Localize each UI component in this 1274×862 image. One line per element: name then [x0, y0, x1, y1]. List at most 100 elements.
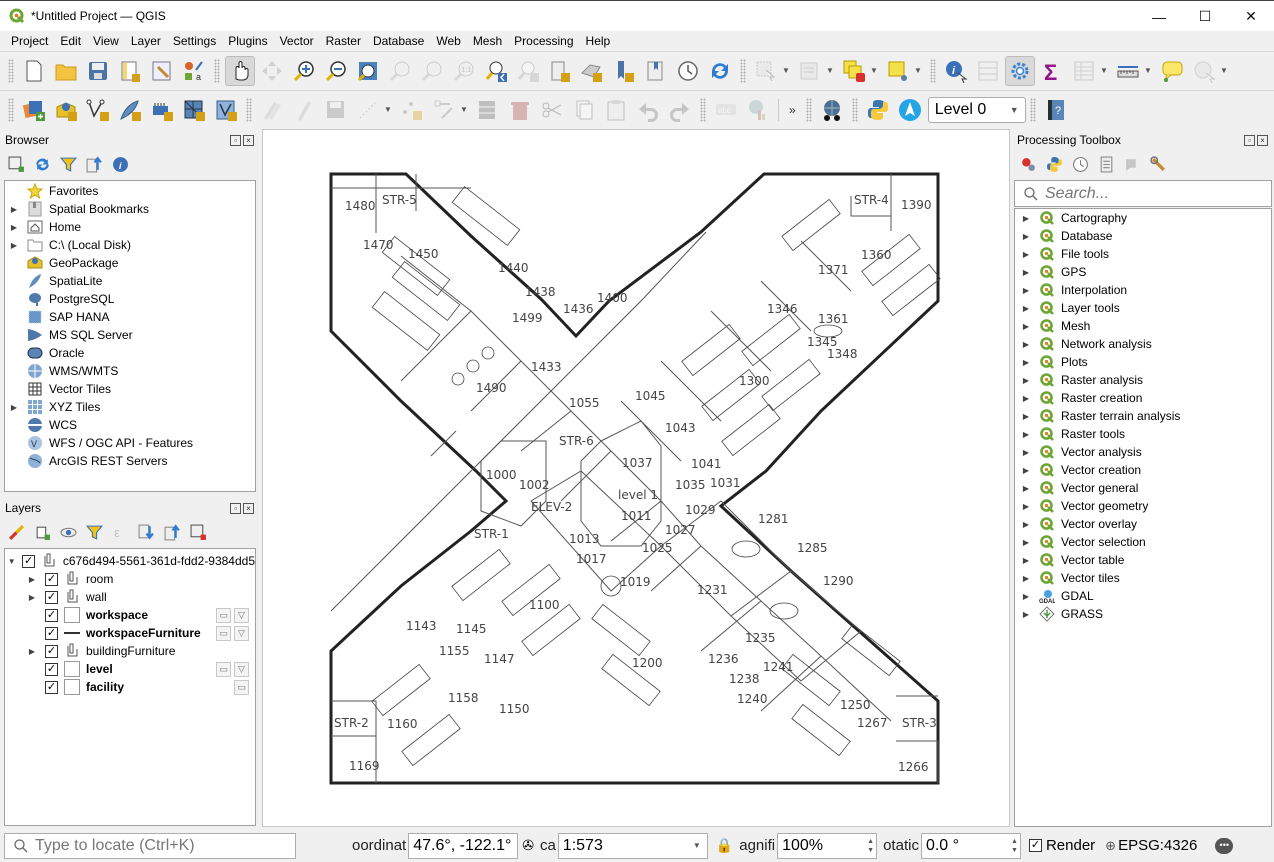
- processing-provider-layer-tools[interactable]: ▶ Layer tools: [1015, 299, 1271, 317]
- history-button[interactable]: [1070, 154, 1090, 174]
- processing-provider-vector-table[interactable]: ▶ Vector table: [1015, 551, 1271, 569]
- map-canvas[interactable]: STR-5 1480 1470 1450 1440 1438 1436 1499 1490 143…: [262, 129, 1010, 827]
- menu-raster[interactable]: Raster: [320, 31, 367, 51]
- processing-provider-interpolation[interactable]: ▶ Interpolation: [1015, 281, 1271, 299]
- memory-layer-indicator-icon[interactable]: ▭: [234, 679, 249, 695]
- processing-search-field[interactable]: [1014, 180, 1272, 207]
- new-virtual-layer-button[interactable]: [147, 95, 177, 125]
- identify-features-button[interactable]: i: [941, 56, 971, 86]
- select-by-value-button[interactable]: [795, 56, 825, 86]
- layer-visibility-checkbox[interactable]: ✓: [45, 590, 58, 604]
- toolbar-grip[interactable]: [740, 58, 746, 83]
- map-tips-button[interactable]: [1157, 56, 1187, 86]
- toolbar-grip[interactable]: [805, 97, 812, 122]
- select-features-dropdown[interactable]: ▼: [782, 66, 791, 75]
- menu-plugins[interactable]: Plugins: [222, 31, 273, 51]
- menu-processing[interactable]: Processing: [508, 31, 579, 51]
- processing-provider-network-analysis[interactable]: ▶ Network analysis: [1015, 335, 1271, 353]
- browser-item-sap-hana[interactable]: SAP HANA: [5, 308, 255, 326]
- new-print-layout-button[interactable]: [115, 56, 145, 86]
- menu-edit[interactable]: Edit: [54, 31, 87, 51]
- current-edits-button[interactable]: [257, 95, 287, 125]
- expand-arrow-icon[interactable]: ▶: [1021, 592, 1031, 601]
- filter-legend-button[interactable]: [84, 522, 104, 542]
- expand-arrow-icon[interactable]: ▶: [1021, 268, 1031, 277]
- new-geopackage-layer-button[interactable]: [51, 95, 81, 125]
- new-map-view-button[interactable]: [545, 56, 575, 86]
- crs-button[interactable]: EPSG:4326: [1118, 837, 1197, 854]
- browser-item-postgresql[interactable]: PostgreSQL: [5, 290, 255, 308]
- delete-selected-button[interactable]: [505, 95, 535, 125]
- processing-provider-vector-geometry[interactable]: ▶ Vector geometry: [1015, 497, 1271, 515]
- float-panel-button[interactable]: ▫: [230, 502, 241, 514]
- magnifier-spinbox[interactable]: 100% ▲ ▼: [777, 832, 878, 859]
- close-button[interactable]: ✕: [1228, 1, 1274, 32]
- models-button[interactable]: [1018, 154, 1038, 174]
- measure-button[interactable]: [1113, 56, 1143, 86]
- results-viewer-button[interactable]: [1096, 154, 1116, 174]
- manage-map-themes-button[interactable]: [58, 522, 78, 542]
- redo-button[interactable]: [665, 95, 695, 125]
- minimize-button[interactable]: —: [1136, 1, 1182, 32]
- filter-indicator-icon[interactable]: ▽: [234, 661, 249, 677]
- zoom-native-button[interactable]: 1:1: [449, 56, 479, 86]
- expand-arrow-icon[interactable]: ▶: [1021, 340, 1031, 349]
- toolbar-grip[interactable]: [8, 97, 14, 122]
- close-panel-button[interactable]: ×: [1257, 134, 1268, 146]
- remove-layer-button[interactable]: [188, 522, 208, 542]
- menu-help[interactable]: Help: [580, 31, 617, 51]
- browser-item-oracle[interactable]: Oracle: [5, 344, 255, 362]
- browser-item-arcgis-rest-servers[interactable]: ArcGIS REST Servers: [5, 452, 255, 470]
- menu-layer[interactable]: Layer: [125, 31, 167, 51]
- processing-provider-vector-analysis[interactable]: ▶ Vector analysis: [1015, 443, 1271, 461]
- expand-arrow-icon[interactable]: ▶: [1021, 322, 1031, 331]
- deselect-dropdown[interactable]: ▼: [870, 66, 879, 75]
- processing-provider-database[interactable]: ▶ Database: [1015, 227, 1271, 245]
- data-source-manager-button[interactable]: [19, 95, 49, 125]
- messages-icon[interactable]: •••: [1215, 837, 1234, 854]
- menu-vector[interactable]: Vector: [274, 31, 320, 51]
- scripts-button[interactable]: [1044, 154, 1064, 174]
- menu-mesh[interactable]: Mesh: [467, 31, 508, 51]
- expand-arrow-icon[interactable]: ▶: [1021, 394, 1031, 403]
- new-shapefile-layer-button[interactable]: [83, 95, 113, 125]
- add-group-button[interactable]: [32, 522, 52, 542]
- level-selector-dropdown[interactable]: Level 0 ▼: [927, 96, 1026, 123]
- expand-arrow-icon[interactable]: ▶: [9, 403, 19, 412]
- python-console-button[interactable]: [863, 95, 893, 125]
- processing-provider-grass[interactable]: ▶ GRASS: [1015, 605, 1271, 623]
- toolbar-overflow-button[interactable]: »: [789, 103, 796, 117]
- toggle-extents-icon[interactable]: ✇: [522, 837, 534, 854]
- processing-provider-vector-tiles[interactable]: ▶ Vector tiles: [1015, 569, 1271, 587]
- render-checkbox[interactable]: ✓: [1028, 839, 1042, 852]
- north-arrow-button[interactable]: [895, 95, 925, 125]
- processing-provider-raster-tools[interactable]: ▶ Raster tools: [1015, 425, 1271, 443]
- collapse-all-button[interactable]: [84, 154, 104, 174]
- new-temporary-layer-button[interactable]: [211, 95, 241, 125]
- vertex-tool-dropdown[interactable]: ▼: [460, 105, 469, 114]
- menu-settings[interactable]: Settings: [167, 31, 222, 51]
- filter-by-expression-button[interactable]: ε: [110, 522, 130, 542]
- processing-provider-gps[interactable]: ▶ GPS: [1015, 263, 1271, 281]
- browser-item-favorites[interactable]: Favorites: [5, 182, 255, 200]
- select-by-location-dropdown[interactable]: ▼: [914, 66, 923, 75]
- save-edits-button[interactable]: [321, 95, 351, 125]
- vertex-tool-button[interactable]: [429, 95, 459, 125]
- zoom-next-button[interactable]: [513, 56, 543, 86]
- refresh-button[interactable]: [705, 56, 735, 86]
- spin-arrows-icon[interactable]: ▲ ▼: [1011, 837, 1020, 855]
- menu-project[interactable]: Project: [5, 31, 54, 51]
- browser-item-wfs-ogc-api-features[interactable]: V WFS / OGC API - Features: [5, 434, 255, 452]
- expand-arrow-icon[interactable]: ▶: [9, 241, 19, 250]
- expand-arrow-icon[interactable]: ▶: [27, 647, 37, 656]
- processing-options-button[interactable]: [1148, 154, 1168, 174]
- filter-browser-button[interactable]: [58, 154, 78, 174]
- browser-item-wms-wmts[interactable]: WMS/WMTS: [5, 362, 255, 380]
- expand-arrow-icon[interactable]: ▶: [1021, 484, 1031, 493]
- browser-item-spatialite[interactable]: SpatiaLite: [5, 272, 255, 290]
- processing-provider-file-tools[interactable]: ▶ File tools: [1015, 245, 1271, 263]
- floorplan-map[interactable]: STR-5 1480 1470 1450 1440 1438 1436 1499 1490 143…: [263, 130, 1011, 828]
- new-bookmark-button[interactable]: [609, 56, 639, 86]
- toolbar-grip[interactable]: [214, 58, 220, 83]
- menu-view[interactable]: View: [87, 31, 125, 51]
